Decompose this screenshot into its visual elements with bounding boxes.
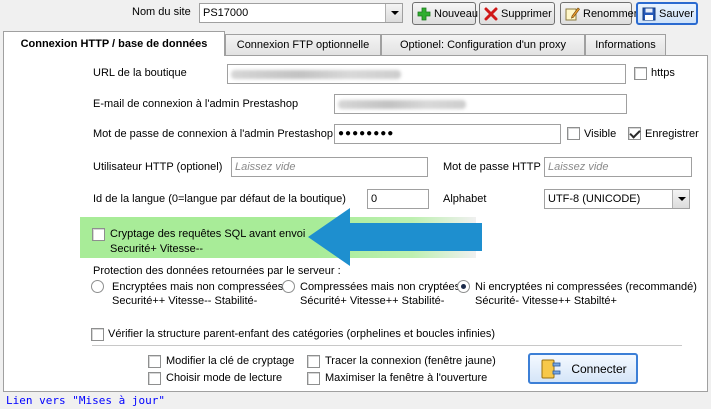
http-pass-label: Mot de passe HTTP <box>443 161 541 173</box>
delete-button-label: Supprimer <box>501 7 552 20</box>
alphabet-select-value: UTF-8 (UNICODE) <box>548 193 641 205</box>
chevron-down-icon[interactable] <box>672 190 689 208</box>
visible-checkbox[interactable] <box>567 127 580 140</box>
alphabet-label: Alphabet <box>443 193 487 205</box>
url-input[interactable] <box>227 64 626 84</box>
password-label: Mot de passe de connexion à l'admin Pres… <box>93 128 333 140</box>
arrow-left-icon <box>308 208 482 266</box>
visible-label: Visible <box>584 128 617 140</box>
delete-button[interactable]: Supprimer <box>479 2 555 25</box>
new-button[interactable]: Nouveau <box>412 2 479 25</box>
maximize-window-checkbox[interactable] <box>307 372 320 385</box>
verify-structure-label: Vérifier la structure parent-enfant des … <box>108 328 496 340</box>
radio-none[interactable] <box>457 280 470 293</box>
tab-informations[interactable]: Informations <box>585 34 666 55</box>
tab-ftp[interactable]: Connexion FTP optionnelle <box>225 34 381 55</box>
register-checkbox[interactable] <box>628 127 641 140</box>
http-user-label: Utilisateur HTTP (optionel) <box>93 161 223 173</box>
site-name-label: Nom du site <box>132 6 191 18</box>
alphabet-select[interactable]: UTF-8 (UNICODE) <box>544 189 690 209</box>
tab-http-database[interactable]: Connexion HTTP / base de données <box>3 31 225 56</box>
https-label: https <box>651 67 675 79</box>
radio-none-sub: Sécurité- Vitesse++ Stabilté+ <box>475 295 617 307</box>
register-label: Enregistrer <box>645 128 699 140</box>
updates-link[interactable]: Lien vers "Mises à jour" <box>6 394 165 408</box>
https-checkbox[interactable] <box>634 67 647 80</box>
separator-line <box>92 345 682 346</box>
save-button-label: Sauver <box>659 7 694 20</box>
rename-pencil-icon <box>565 6 580 22</box>
radio-compressed-label: Compressées mais non cryptées <box>300 281 461 293</box>
radio-encrypted-sub: Securité++ Vitesse-- Stabilité- <box>112 295 258 307</box>
read-mode-label: Choisir mode de lecture <box>166 372 283 384</box>
lang-label: Id de la langue (0=langue par défaut de … <box>93 193 346 205</box>
chevron-down-icon[interactable] <box>385 4 402 22</box>
delete-x-icon <box>484 6 498 22</box>
password-input[interactable]: ●●●●●●●● <box>334 124 561 144</box>
plus-icon <box>417 6 431 22</box>
modify-key-checkbox[interactable] <box>148 355 161 368</box>
new-button-label: Nouveau <box>434 7 479 20</box>
radio-encrypted[interactable] <box>91 280 104 293</box>
redacted-text <box>231 70 401 79</box>
trace-connection-label: Tracer la connexion (fenêtre jaune) <box>325 355 496 367</box>
email-label: E-mail de connexion à l'admin Prestashop <box>93 98 299 110</box>
redacted-text <box>338 100 466 109</box>
connect-button[interactable]: Connecter <box>528 353 638 384</box>
radio-compressed[interactable] <box>282 280 295 293</box>
modify-key-label: Modifier la clé de cryptage <box>166 355 295 367</box>
maximize-window-label: Maximiser la fenêtre à l'ouverture <box>325 372 488 384</box>
verify-structure-checkbox[interactable] <box>91 328 104 341</box>
radio-encrypted-label: Encryptées mais non compressées <box>112 281 284 293</box>
protection-title: Protection des données retournées par le… <box>93 265 341 277</box>
rename-button-label: Renommer <box>583 7 638 20</box>
connect-button-label: Connecter <box>571 361 627 376</box>
sql-encrypt-label: Cryptage des requêtes SQL avant envoi <box>110 228 306 240</box>
radio-none-label: Ni encryptées ni compressées (recommandé… <box>475 281 697 293</box>
sql-encrypt-checkbox[interactable] <box>92 228 105 241</box>
sql-encrypt-sub: Securité+ Vitesse-- <box>110 243 204 255</box>
site-select[interactable]: PS17000 <box>199 3 403 23</box>
read-mode-checkbox[interactable] <box>148 372 161 385</box>
email-input[interactable] <box>334 94 627 114</box>
url-label: URL de la boutique <box>93 67 187 79</box>
connect-plug-icon <box>539 357 563 381</box>
trace-connection-checkbox[interactable] <box>307 355 320 368</box>
radio-compressed-sub: Sécurité+ Vitesse++ Stabilité- <box>300 295 445 307</box>
http-pass-input[interactable]: Laissez vide <box>544 157 692 177</box>
rename-button[interactable]: Renommer <box>560 2 637 25</box>
save-button[interactable]: Sauver <box>636 2 698 25</box>
floppy-disk-icon <box>642 6 656 22</box>
tab-proxy[interactable]: Optionel: Configuration d'un proxy <box>381 34 585 55</box>
http-user-input[interactable]: Laissez vide <box>231 157 428 177</box>
site-select-value: PS17000 <box>203 7 249 19</box>
